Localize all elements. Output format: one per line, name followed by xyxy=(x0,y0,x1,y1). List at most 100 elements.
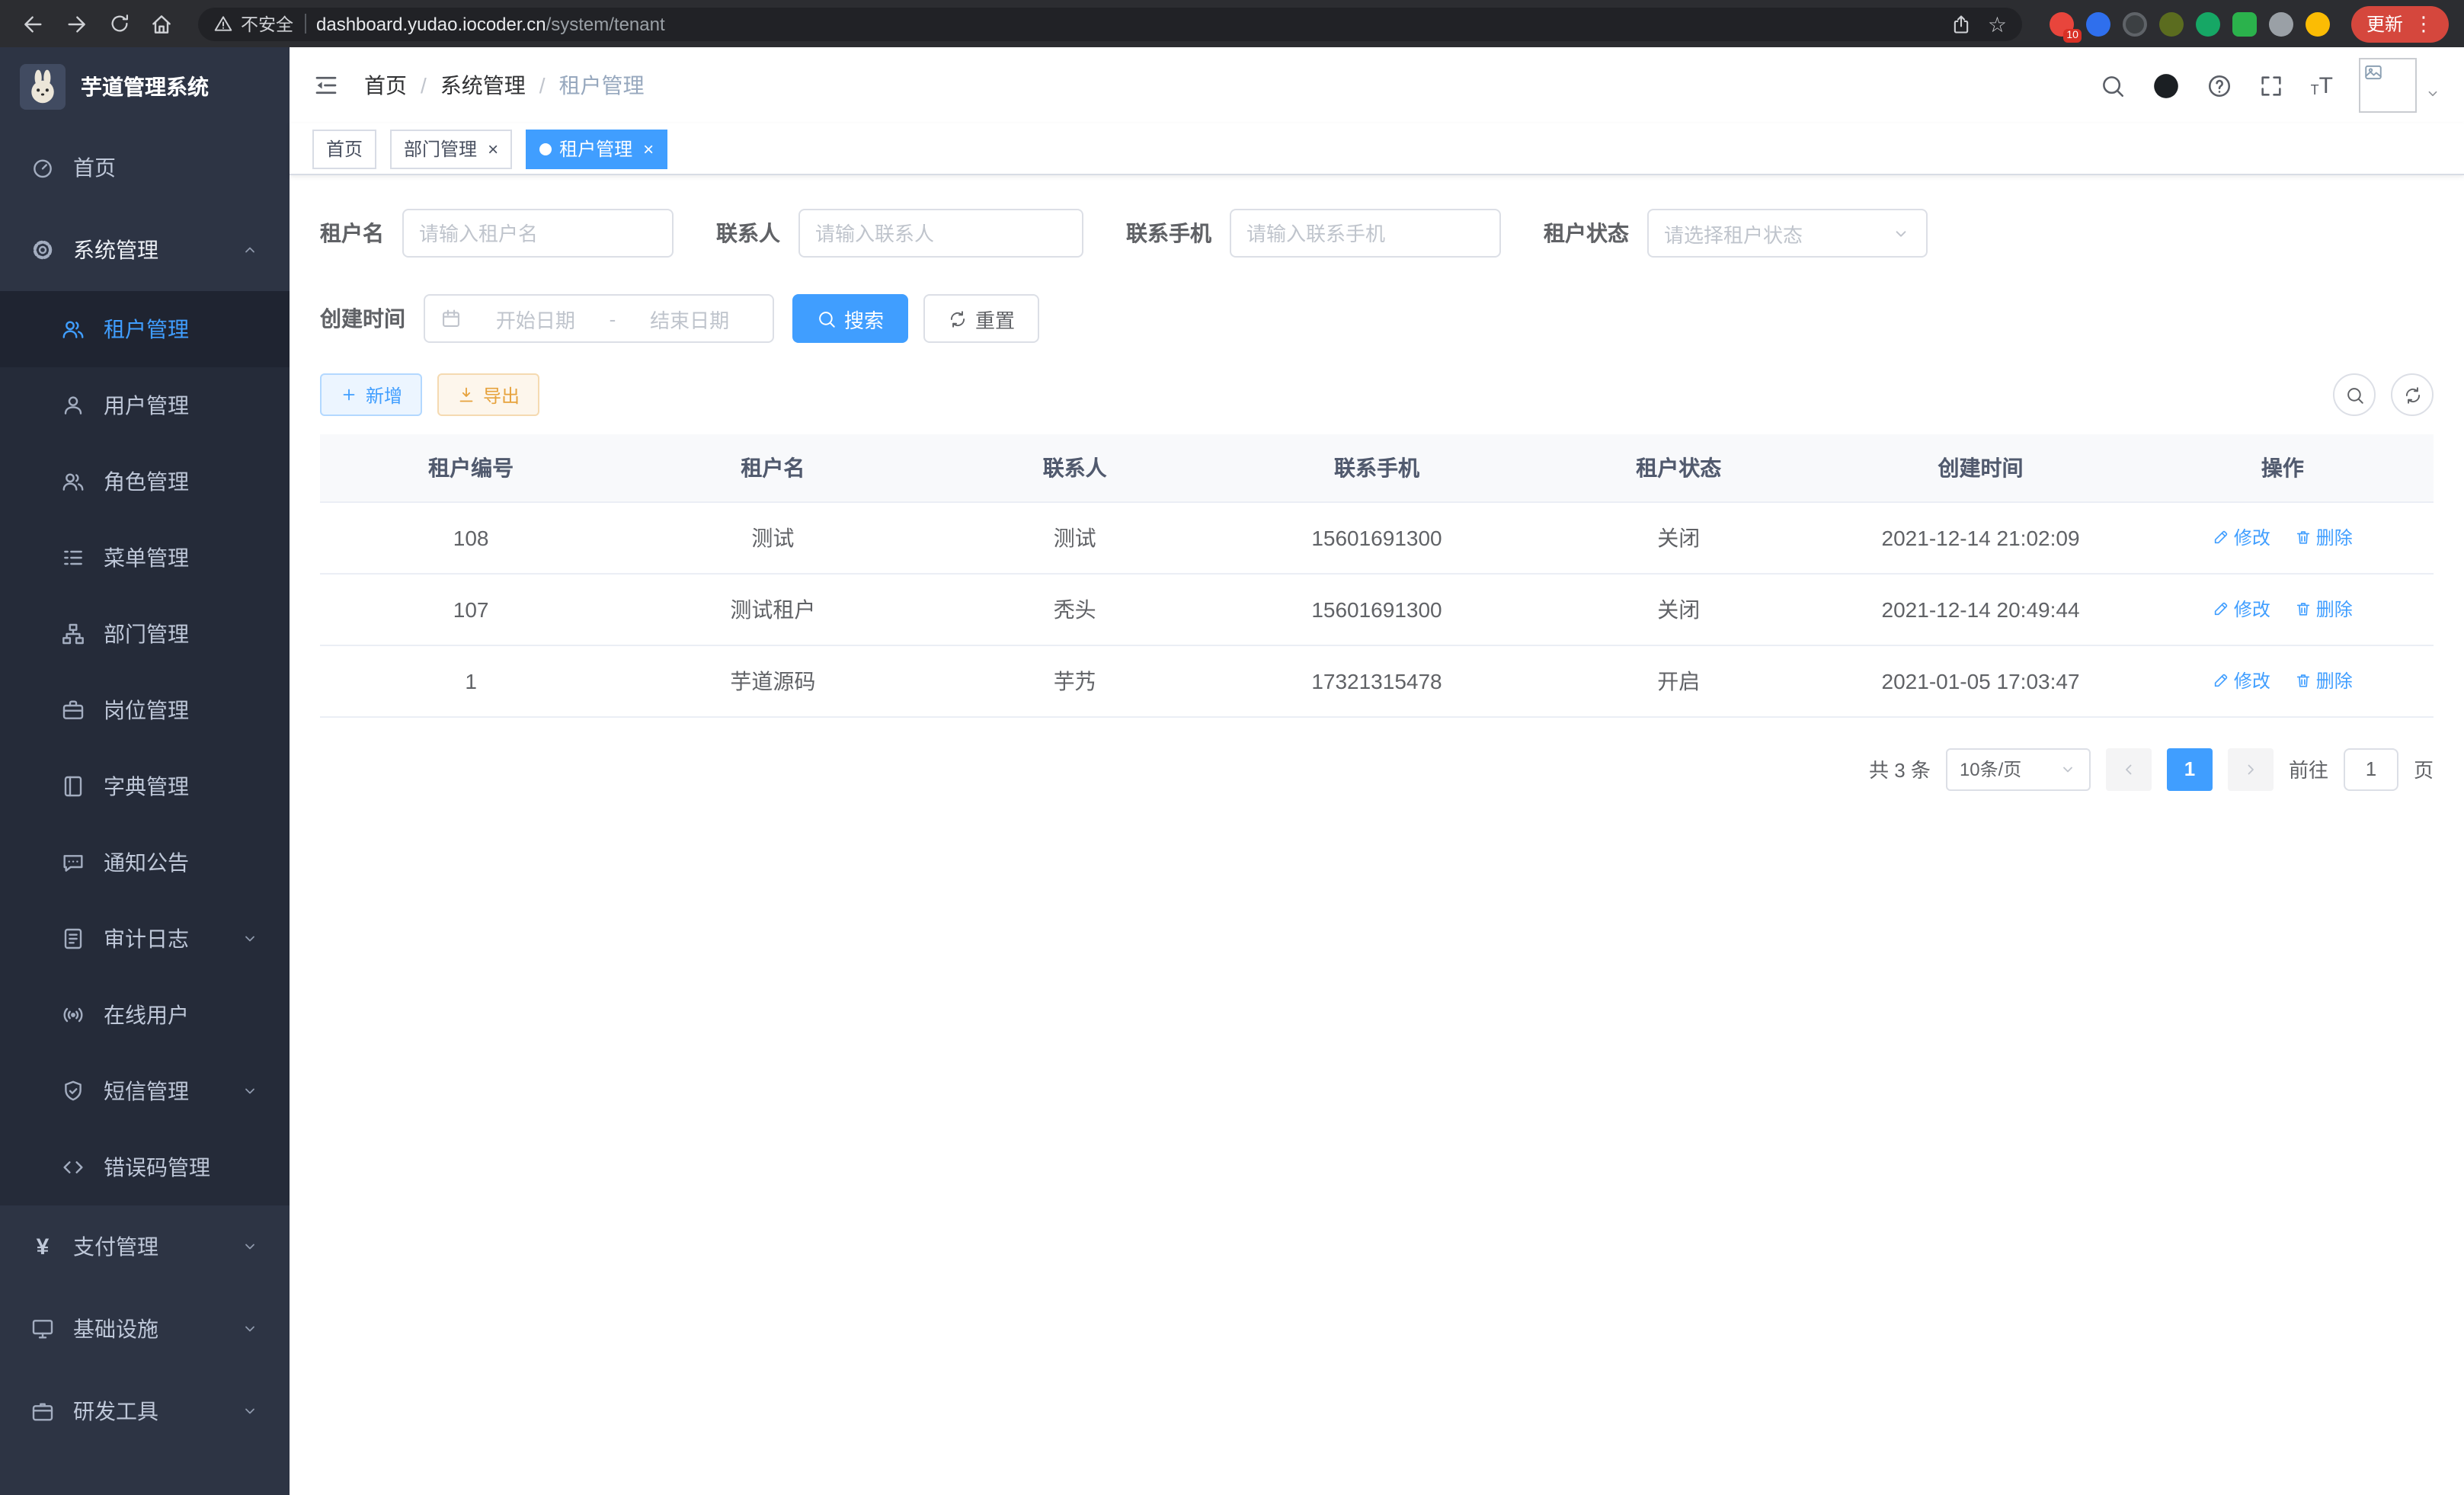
share-icon[interactable] xyxy=(1951,13,1973,34)
extension-icon[interactable] xyxy=(2123,11,2147,36)
browser-forward-button[interactable] xyxy=(58,5,94,42)
delete-link[interactable]: 删除 xyxy=(2295,596,2353,622)
profile-avatar-icon[interactable] xyxy=(2306,11,2330,36)
phone-input[interactable] xyxy=(1230,209,1501,258)
active-dot xyxy=(539,142,552,155)
sidebar-item-menu[interactable]: 菜单管理 xyxy=(0,520,290,596)
bookmark-star-icon[interactable]: ☆ xyxy=(1988,13,2007,34)
sidebar-item-devtools[interactable]: 研发工具 xyxy=(0,1370,290,1452)
trash-icon xyxy=(2295,600,2312,617)
end-date-placeholder[interactable]: 结束日期 xyxy=(622,304,757,333)
cell-tenant-name: 芋道源码 xyxy=(622,645,923,716)
tenant-name-field[interactable] xyxy=(419,222,657,245)
export-button[interactable]: 导出 xyxy=(437,373,539,416)
tab-home[interactable]: 首页 xyxy=(312,129,376,168)
start-date-placeholder[interactable]: 开始日期 xyxy=(468,304,603,333)
chevron-down-icon xyxy=(241,1237,259,1256)
contact-input[interactable] xyxy=(798,209,1083,258)
header-search-button[interactable] xyxy=(2101,72,2126,98)
sidebar-item-audit-log[interactable]: 审计日志 xyxy=(0,901,290,977)
help-button[interactable] xyxy=(2207,72,2233,98)
page-number: 1 xyxy=(2184,757,2195,780)
tenant-name-input[interactable] xyxy=(402,209,674,258)
extension-icon[interactable] xyxy=(2086,11,2110,36)
delete-link[interactable]: 删除 xyxy=(2295,524,2353,550)
browser-back-button[interactable] xyxy=(15,5,52,42)
page-size-select[interactable]: 10条/页 xyxy=(1946,748,2091,790)
sidebar-item-dept[interactable]: 部门管理 xyxy=(0,596,290,672)
tab-label: 首页 xyxy=(326,136,363,162)
chrome-update-button[interactable]: 更新 ⋮ xyxy=(2351,5,2449,42)
sidebar-item-payment[interactable]: ¥ 支付管理 xyxy=(0,1205,290,1288)
github-button[interactable] xyxy=(2152,71,2181,100)
font-size-button[interactable]: TT xyxy=(2311,74,2333,97)
sidebar-item-system[interactable]: 系统管理 xyxy=(0,209,290,291)
breadcrumb-item-home[interactable]: 首页 xyxy=(364,70,407,101)
more-menu-icon[interactable]: ⋮ xyxy=(2414,11,2434,36)
phone-field[interactable] xyxy=(1246,222,1484,245)
reset-button[interactable]: 重置 xyxy=(923,294,1039,343)
download-icon xyxy=(457,386,475,404)
goto-page-field[interactable] xyxy=(2351,757,2391,780)
sidebar-item-tenant[interactable]: 租户管理 xyxy=(0,291,290,367)
search-icon xyxy=(817,309,837,328)
plus-icon xyxy=(340,386,358,404)
sidebar-item-infra[interactable]: 基础设施 xyxy=(0,1288,290,1370)
page-1-button[interactable]: 1 xyxy=(2167,748,2213,790)
avatar xyxy=(2359,58,2417,113)
add-button[interactable]: 新增 xyxy=(320,373,422,416)
edit-link[interactable]: 修改 xyxy=(2213,596,2270,622)
sidebar-item-home[interactable]: 首页 xyxy=(0,126,290,209)
close-icon[interactable]: × xyxy=(488,139,498,158)
close-icon[interactable]: × xyxy=(643,139,654,158)
breadcrumb-item-system[interactable]: 系统管理 xyxy=(440,70,526,101)
browser-reload-button[interactable] xyxy=(101,5,137,42)
extensions-puzzle-icon[interactable] xyxy=(2269,11,2293,36)
sidebar-item-user[interactable]: 用户管理 xyxy=(0,367,290,443)
address-bar[interactable]: 不安全 dashboard.yudao.iocoder.cn/system/te… xyxy=(198,7,2022,40)
sidebar-item-notice[interactable]: 通知公告 xyxy=(0,824,290,901)
tab-dept[interactable]: 部门管理× xyxy=(390,129,512,168)
sidebar-item-sms[interactable]: 短信管理 xyxy=(0,1053,290,1129)
extension-icon[interactable] xyxy=(2159,11,2184,36)
sidebar-item-dict[interactable]: 字典管理 xyxy=(0,748,290,824)
tags-view: 首页 部门管理× 租户管理× xyxy=(290,123,2464,175)
delete-link[interactable]: 删除 xyxy=(2295,667,2353,693)
create-time-label: 创建时间 xyxy=(320,303,424,334)
tab-tenant[interactable]: 租户管理× xyxy=(526,129,667,168)
contact-field[interactable] xyxy=(815,222,1067,245)
sidebar-item-post[interactable]: 岗位管理 xyxy=(0,672,290,748)
user-avatar-dropdown[interactable] xyxy=(2359,58,2441,113)
extension-icon[interactable]: 10 xyxy=(2050,11,2074,36)
chevron-left-icon xyxy=(2120,760,2138,778)
extension-icon[interactable] xyxy=(2232,11,2257,36)
fullscreen-button[interactable] xyxy=(2259,72,2285,98)
sidebar-item-error-code[interactable]: 错误码管理 xyxy=(0,1129,290,1205)
cell-phone: 15601691300 xyxy=(1226,573,1528,645)
table-row: 1 芋道源码 芋艿 17321315478 开启 2021-01-05 17:0… xyxy=(320,645,2434,716)
date-range-picker[interactable]: 开始日期 - 结束日期 xyxy=(424,294,774,343)
extension-icon[interactable] xyxy=(2196,11,2220,36)
sidebar-item-online-user[interactable]: 在线用户 xyxy=(0,977,290,1053)
edit-icon xyxy=(2213,529,2229,546)
security-chip[interactable]: 不安全 xyxy=(213,11,293,36)
edit-link[interactable]: 修改 xyxy=(2213,667,2270,693)
update-label: 更新 xyxy=(2366,11,2403,37)
prev-page-button[interactable] xyxy=(2106,748,2152,790)
reload-icon xyxy=(107,12,130,35)
delete-label: 删除 xyxy=(2316,524,2353,550)
delete-label: 删除 xyxy=(2316,596,2353,622)
gear-icon xyxy=(30,238,55,262)
sidebar-item-role[interactable]: 角色管理 xyxy=(0,443,290,520)
goto-page-input[interactable] xyxy=(2344,748,2398,790)
status-select[interactable]: 请选择租户状态 xyxy=(1647,209,1928,258)
edit-link[interactable]: 修改 xyxy=(2213,524,2270,550)
browser-home-button[interactable] xyxy=(143,5,180,42)
cell-status: 关闭 xyxy=(1528,573,1829,645)
next-page-button[interactable] xyxy=(2228,748,2274,790)
search-button[interactable]: 搜索 xyxy=(792,294,908,343)
refresh-table-button[interactable] xyxy=(2391,373,2434,416)
toggle-search-button[interactable] xyxy=(2333,373,2376,416)
sidebar-toggle-button[interactable] xyxy=(312,72,340,99)
menu-fold-icon xyxy=(312,72,340,99)
